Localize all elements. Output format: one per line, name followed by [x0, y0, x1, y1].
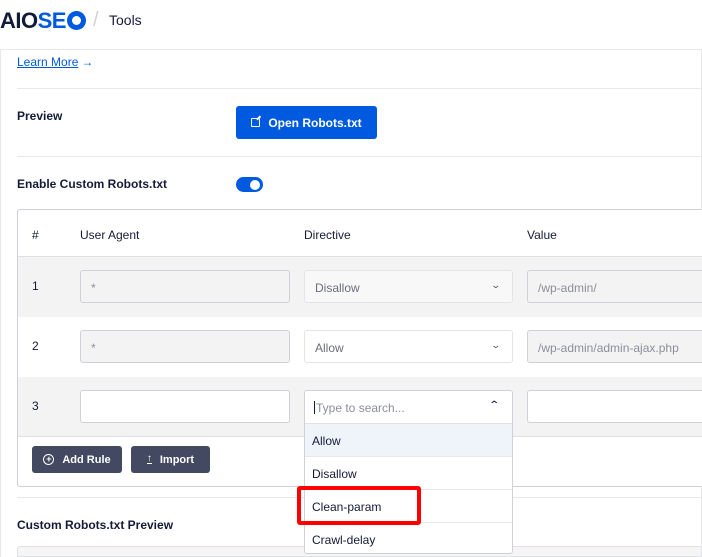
top-header: AIOSE / Tools — [0, 0, 702, 50]
logo-text-aio: AIO — [0, 8, 38, 33]
column-header-value: Value — [527, 228, 557, 242]
dropdown-option-crawl-delay[interactable]: Crawl-delay — [305, 523, 512, 556]
plus-circle-icon: + — [43, 454, 55, 465]
row-number: 3 — [32, 399, 39, 413]
column-header-directive: Directive — [304, 228, 351, 242]
column-header-number: # — [32, 228, 39, 242]
upload-icon: ↑ — [146, 453, 152, 464]
column-header-user-agent: User Agent — [80, 228, 140, 242]
directive-search-input[interactable]: Type to search... ⌃ — [305, 391, 512, 424]
open-robots-txt-button[interactable]: Open Robots.txt — [236, 106, 377, 139]
open-robots-txt-label: Open Robots.txt — [268, 115, 362, 130]
logo-gear-icon — [66, 11, 86, 30]
external-link-icon — [251, 118, 261, 127]
divider — [17, 156, 702, 157]
breadcrumb-tools[interactable]: Tools — [109, 12, 142, 28]
value-input[interactable] — [527, 390, 702, 423]
user-agent-input[interactable] — [80, 390, 290, 423]
dropdown-option-allow[interactable]: Allow — [305, 424, 512, 457]
divider — [17, 88, 702, 89]
enable-custom-robots-toggle[interactable] — [236, 177, 263, 192]
logo-text-seo: SE — [37, 8, 67, 33]
import-label: Import — [159, 453, 195, 466]
aioseo-logo[interactable]: AIOSE — [0, 8, 86, 34]
preview-label: Preview — [17, 109, 63, 123]
chevron-down-icon: ⌄ — [490, 340, 502, 350]
row-number: 2 — [32, 339, 39, 353]
import-button[interactable]: ↑ Import — [131, 446, 210, 473]
row-number: 1 — [32, 279, 39, 293]
chevron-down-icon: ⌄ — [490, 280, 502, 290]
directive-value: Disallow — [315, 281, 360, 295]
value-input[interactable]: /wp-admin/admin-ajax.php — [527, 330, 702, 363]
value-input[interactable]: /wp-admin/ — [527, 270, 702, 303]
annotation-highlight-box — [297, 486, 421, 525]
add-rule-label: Add Rule — [62, 453, 111, 466]
custom-robots-preview-label: Custom Robots.txt Preview — [17, 518, 174, 532]
learn-more-label: Learn More — [17, 55, 79, 69]
directive-dropdown[interactable]: Type to search... ⌃ Allow Disallow Clean… — [304, 390, 513, 554]
table-row: 2 * Allow ⌄ /wp-admin/admin-ajax.php — [18, 317, 702, 377]
directive-select[interactable]: Allow ⌄ — [304, 330, 513, 363]
user-agent-input[interactable]: * — [80, 270, 290, 303]
chevron-up-icon: ⌃ — [487, 400, 500, 411]
search-placeholder: Type to search... — [316, 401, 405, 415]
user-agent-input[interactable]: * — [80, 330, 290, 363]
directive-value: Allow — [315, 341, 344, 355]
arrow-right-icon: → — [81, 55, 94, 69]
directive-select[interactable]: Disallow ⌄ — [304, 270, 513, 303]
learn-more-link[interactable]: Learn More → — [17, 55, 93, 69]
text-caret — [314, 401, 315, 414]
breadcrumb-separator: / — [93, 9, 99, 31]
enable-custom-robots-label: Enable Custom Robots.txt — [17, 177, 168, 191]
table-row: 1 * Disallow ⌄ /wp-admin/ — [18, 257, 702, 317]
add-rule-button[interactable]: + Add Rule — [32, 446, 122, 473]
